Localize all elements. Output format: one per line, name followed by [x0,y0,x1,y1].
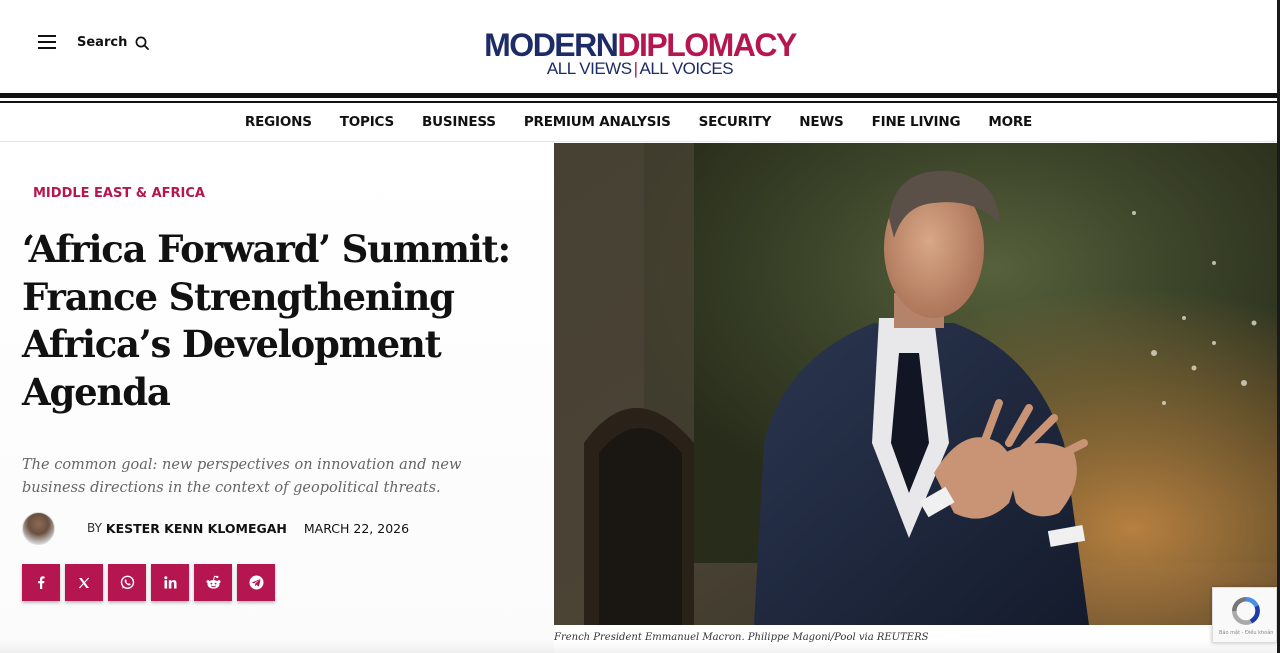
nav-item-business[interactable]: BUSINESS [408,114,510,130]
logo-tagline-left: ALL VIEWS [546,59,632,78]
category-link[interactable]: MIDDLE EAST & AFRICA [33,186,205,201]
byline-prefix: BY [87,521,102,535]
reddit-icon [206,575,220,589]
byline: BY KESTER KENN KLOMEGAH MARCH 22, 2026 [22,511,409,545]
bottom-fade [0,640,1277,653]
share-reddit-button[interactable] [194,564,232,601]
share-telegram-button[interactable] [237,564,275,601]
recaptcha-terms[interactable]: Bảo mật - Điều khoản [1219,630,1273,636]
nav-item-premium-analysis[interactable]: PREMIUM ANALYSIS [510,114,685,130]
logo-part-modern: MODERN [484,27,619,63]
search-button[interactable]: Search [77,35,150,50]
nav-item-news[interactable]: NEWS [785,114,857,130]
share-whatsapp-button[interactable] [108,564,146,601]
logo-tagline-right: ALL VOICES [639,59,734,78]
nav-item-security[interactable]: SECURITY [685,114,786,130]
site-header: Search MODERNDIPLOMACY ALL VIEWS | ALL VOI… [0,0,1280,92]
facebook-icon [38,576,45,589]
linkedin-icon [163,576,176,589]
site-logo[interactable]: MODERNDIPLOMACY ALL VIEWS | ALL VOICES [480,28,800,84]
search-icon [135,36,150,50]
nav-item-topics[interactable]: TOPICS [326,114,408,130]
recaptcha-badge[interactable]: Bảo mật - Điều khoản [1212,587,1277,643]
publish-date: MARCH 22, 2026 [303,520,410,536]
article-header: MIDDLE EAST & AFRICA ‘Africa Forward’ Su… [0,143,554,653]
x-icon [78,577,90,588]
whatsapp-icon [120,575,134,590]
share-facebook-button[interactable] [22,564,60,601]
share-buttons [22,564,275,601]
recaptcha-icon [1232,597,1260,625]
nav-item-fine-living[interactable]: FINE LIVING [858,114,975,130]
share-linkedin-button[interactable] [151,564,189,601]
hero-image [554,143,1277,625]
main-navigation: REGIONS TOPICS BUSINESS PREMIUM ANALYSIS… [0,103,1277,142]
hero-photo [554,143,1277,625]
nav-item-more[interactable]: MORE [974,114,1046,130]
header-divider-thick [0,93,1277,98]
share-x-button[interactable] [65,564,103,601]
logo-part-diplomacy: DIPLOMACY [617,27,797,63]
author-avatar[interactable] [22,511,55,545]
search-label: Search [77,35,128,50]
author-link[interactable]: KESTER KENN KLOMEGAH [106,521,287,536]
telegram-icon [249,575,263,590]
nav-item-regions[interactable]: REGIONS [231,114,326,130]
article-title: ‘Africa Forward’ Summit: France Strength… [22,227,511,414]
menu-icon[interactable] [38,35,56,49]
article-subtitle: The common goal: new perspectives on inn… [22,457,462,496]
